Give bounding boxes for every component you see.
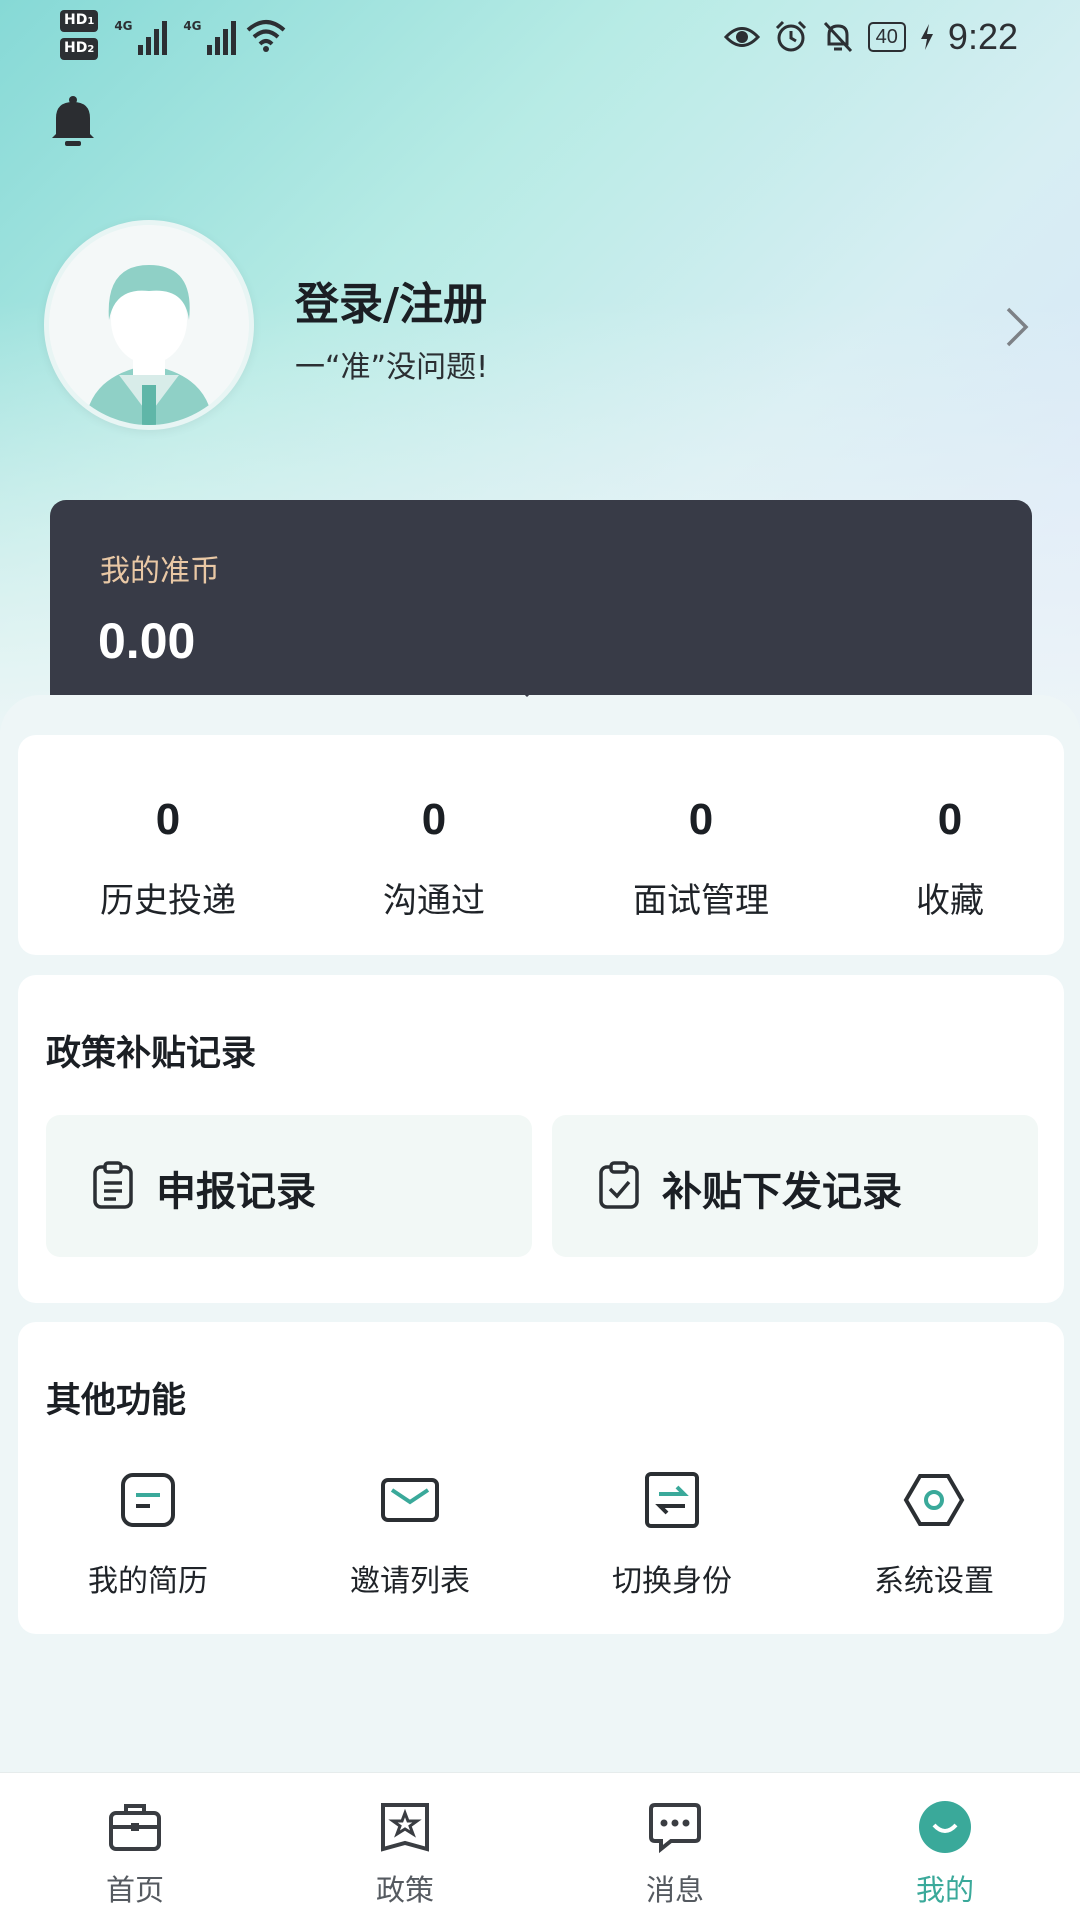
profile-slogan: 一“准”没问题! bbox=[295, 350, 489, 385]
card-notch bbox=[512, 683, 542, 697]
stat-interview-management[interactable]: 0 面试管理 bbox=[591, 795, 811, 922]
nav-policy[interactable]: 政策 bbox=[315, 1799, 495, 1909]
system-settings-button[interactable]: 系统设置 bbox=[834, 1470, 1034, 1600]
tile-label: 补贴下发记录 bbox=[662, 1169, 902, 1215]
stat-label: 历史投递 bbox=[100, 881, 236, 921]
profile-face-icon bbox=[919, 1801, 971, 1853]
function-label: 切换身份 bbox=[612, 1564, 732, 1599]
chat-icon bbox=[649, 1803, 701, 1854]
status-bar: HD1 HD2 4G 4G 40 9:22 bbox=[0, 0, 1080, 80]
avatar-person-icon bbox=[49, 225, 249, 425]
stat-history-applications[interactable]: 0 历史投递 bbox=[58, 795, 278, 922]
hd2-badge: HD2 bbox=[60, 38, 99, 60]
stat-value: 0 bbox=[937, 795, 963, 844]
other-section-title: 其他功能 bbox=[46, 1381, 187, 1421]
alarm-icon bbox=[775, 20, 806, 52]
nav-label: 我的 bbox=[915, 1873, 974, 1907]
settings-hex-icon bbox=[903, 1474, 965, 1526]
stat-value: 0 bbox=[155, 795, 181, 844]
login-register-title[interactable]: 登录/注册 bbox=[295, 268, 487, 332]
stat-value: 0 bbox=[688, 795, 714, 844]
function-label: 邀请列表 bbox=[350, 1564, 470, 1599]
hd2-sub: 2 bbox=[87, 44, 95, 55]
hd1-badge: HD1 bbox=[60, 10, 99, 32]
tile-label: 申报记录 bbox=[156, 1169, 316, 1215]
resume-icon bbox=[121, 1473, 175, 1527]
switch-identity-button[interactable]: 切换身份 bbox=[572, 1470, 772, 1600]
stat-value: 0 bbox=[421, 795, 447, 844]
stat-label: 面试管理 bbox=[633, 881, 769, 921]
wifi-icon bbox=[246, 20, 286, 52]
battery-indicator: 40 bbox=[867, 22, 906, 52]
hd2-text: HD bbox=[64, 40, 88, 56]
avatar[interactable] bbox=[44, 220, 254, 430]
hd1-text: HD bbox=[64, 12, 88, 28]
function-label: 系统设置 bbox=[874, 1564, 994, 1599]
clipboard-check-icon bbox=[599, 1161, 639, 1209]
stat-label: 收藏 bbox=[916, 881, 984, 921]
chevron-right-icon[interactable] bbox=[1004, 305, 1030, 349]
bell-icon[interactable] bbox=[50, 94, 96, 148]
my-resume-button[interactable]: 我的简历 bbox=[48, 1470, 248, 1600]
nav-messages[interactable]: 消息 bbox=[585, 1799, 765, 1909]
status-right: 40 9:22 bbox=[723, 16, 1018, 58]
stat-favorites[interactable]: 0 收藏 bbox=[840, 795, 1060, 922]
switch-icon bbox=[645, 1472, 699, 1528]
nav-label: 消息 bbox=[645, 1873, 704, 1907]
coin-label: 我的准币 bbox=[100, 554, 220, 589]
network-type-1: 4G bbox=[114, 19, 133, 33]
nav-mine[interactable]: 我的 bbox=[855, 1799, 1035, 1909]
subsidy-distribution-records-tile[interactable]: 补贴下发记录 bbox=[552, 1115, 1038, 1257]
stats-card: 0 历史投递 0 沟通过 0 面试管理 0 收藏 bbox=[18, 735, 1064, 955]
function-label: 我的简历 bbox=[88, 1564, 208, 1599]
mute-bell-icon bbox=[823, 21, 852, 53]
eye-icon bbox=[723, 27, 760, 47]
network-type-2: 4G bbox=[183, 19, 202, 33]
nav-label: 首页 bbox=[105, 1873, 164, 1907]
stat-label: 沟通过 bbox=[383, 881, 485, 921]
status-left: HD1 HD2 4G 4G bbox=[60, 10, 286, 60]
other-functions-card: 其他功能 我的简历 邀请列表 切换身份 系统设置 bbox=[18, 1322, 1064, 1634]
hd1-sub: 1 bbox=[87, 16, 95, 27]
policy-records-card: 政策补贴记录 申报记录 补贴下发记录 bbox=[18, 975, 1064, 1303]
policy-star-icon bbox=[381, 1803, 429, 1852]
signal-icon: 4G bbox=[114, 15, 168, 55]
nav-home[interactable]: 首页 bbox=[45, 1799, 225, 1909]
invitation-list-button[interactable]: 邀请列表 bbox=[310, 1470, 510, 1600]
stat-communicated[interactable]: 0 沟通过 bbox=[324, 795, 544, 922]
policy-section-title: 政策补贴记录 bbox=[46, 1034, 257, 1074]
signal-icon: 4G bbox=[183, 15, 237, 55]
envelope-icon bbox=[381, 1478, 439, 1522]
bottom-navigation: 首页 政策 消息 我的 bbox=[0, 1772, 1080, 1920]
nav-label: 政策 bbox=[375, 1873, 434, 1907]
charging-icon bbox=[920, 24, 933, 50]
clock-time: 9:22 bbox=[947, 16, 1018, 57]
coin-card[interactable]: 我的准币 0.00 bbox=[50, 500, 1032, 700]
coin-value: 0.00 bbox=[98, 613, 196, 669]
hd-indicators: HD1 HD2 bbox=[60, 10, 99, 60]
clipboard-icon bbox=[93, 1161, 133, 1209]
briefcase-icon bbox=[109, 1804, 161, 1851]
declaration-records-tile[interactable]: 申报记录 bbox=[46, 1115, 532, 1257]
